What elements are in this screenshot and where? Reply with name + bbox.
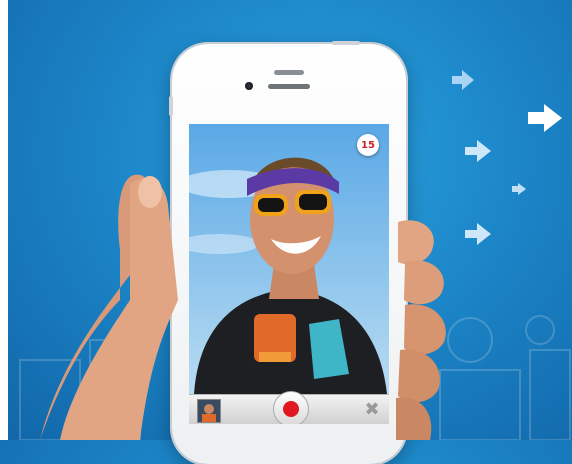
arrow-right-icon: [465, 140, 491, 162]
photo-count-badge: 15: [357, 134, 379, 156]
camera-toolbar: ✖: [189, 391, 389, 424]
camera-preview: [189, 124, 389, 394]
arrow-right-icon: [512, 183, 526, 195]
phone-speaker: [274, 70, 304, 75]
earpiece-icon: [268, 84, 310, 89]
arrow-right-icon: [465, 223, 491, 245]
record-button[interactable]: [273, 391, 309, 424]
arrow-right-icon: [452, 70, 474, 90]
arrow-right-icon: [528, 104, 562, 132]
close-icon[interactable]: ✖: [363, 401, 381, 419]
volume-button: [169, 96, 173, 116]
smartphone: 15 ✖: [169, 41, 406, 464]
front-camera: [245, 82, 253, 90]
record-icon: [283, 401, 299, 417]
gallery-thumbnail[interactable]: [197, 399, 221, 423]
thumbnail-image: [198, 400, 220, 422]
power-button: [332, 41, 360, 45]
camera-screen[interactable]: 15 ✖: [189, 124, 389, 424]
